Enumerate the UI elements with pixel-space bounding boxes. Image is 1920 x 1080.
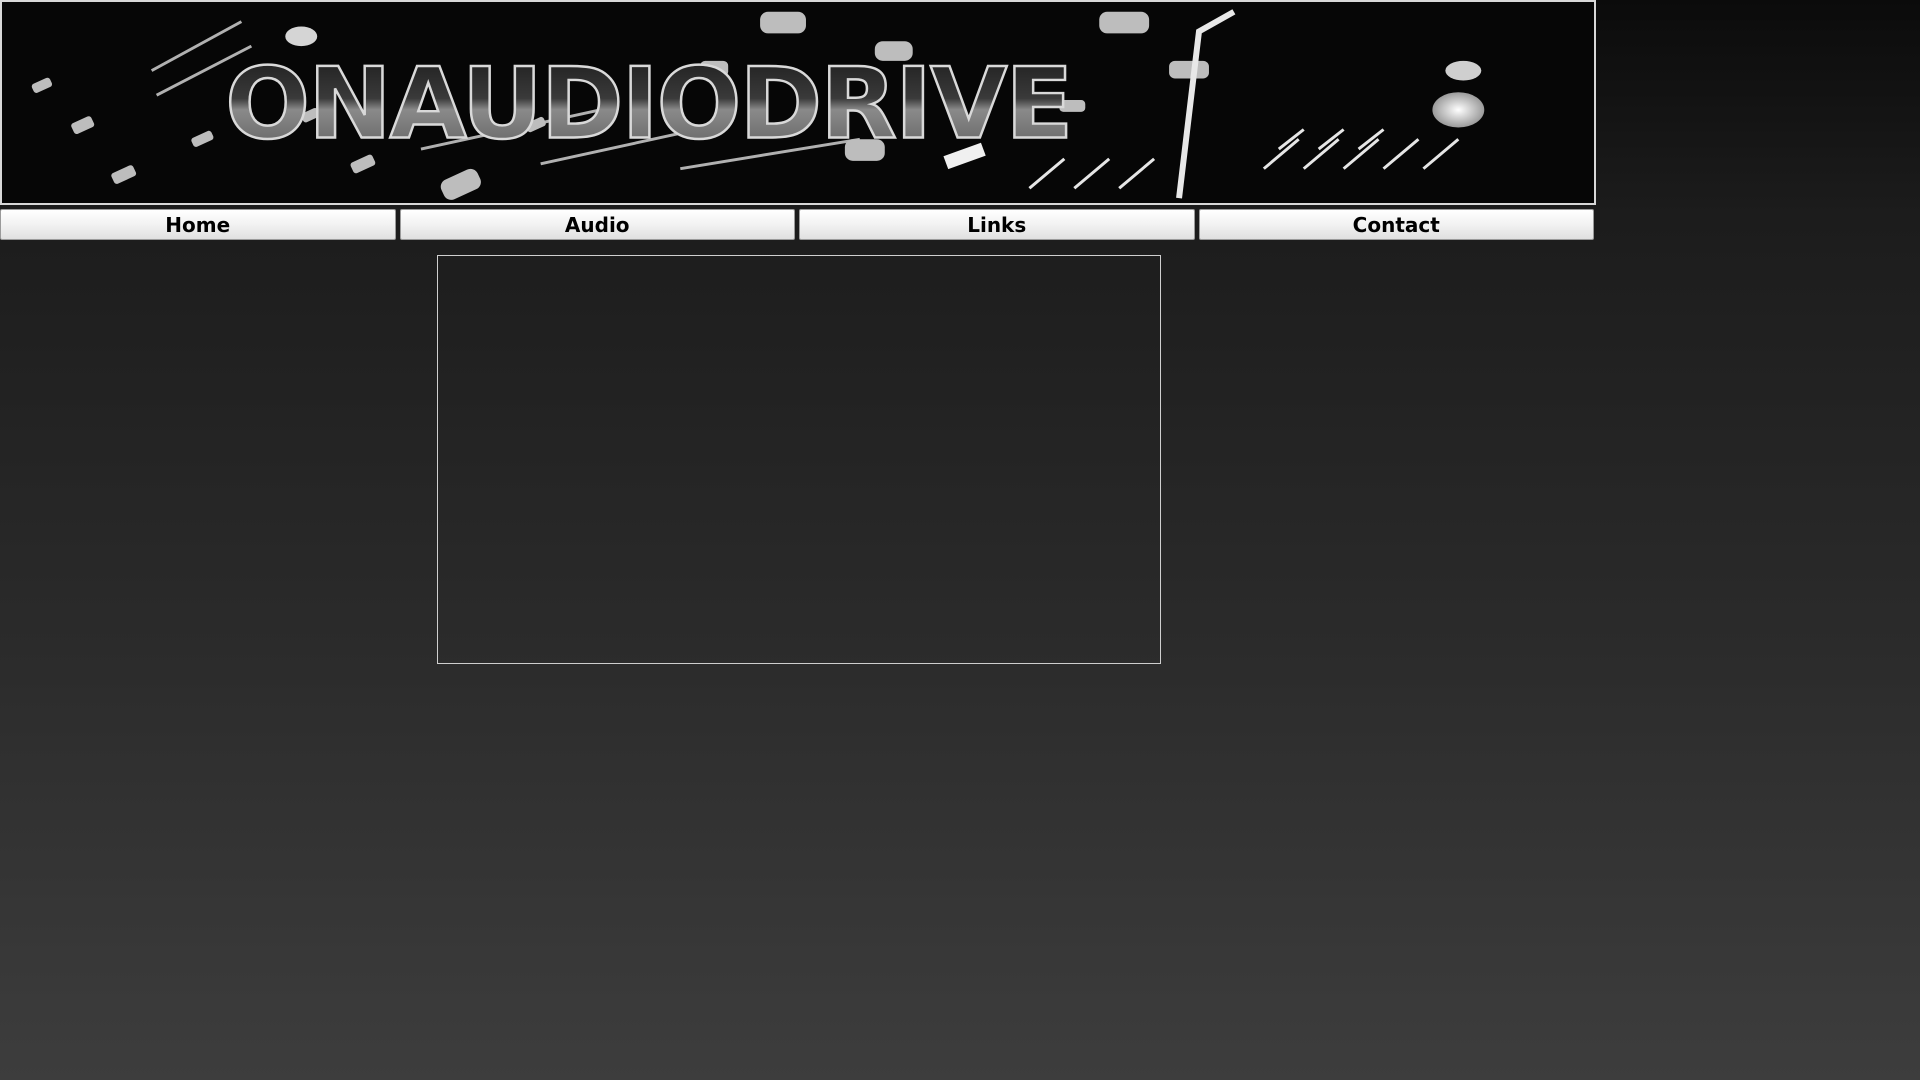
nav-links-button[interactable]: Links (799, 209, 1195, 240)
mixer-background-image: ONAUDIODRIVE (2, 2, 1594, 203)
nav-audio-button[interactable]: Audio (399, 209, 795, 240)
content-frame (437, 255, 1161, 664)
nav-home-button[interactable]: Home (0, 209, 396, 240)
header-banner: ONAUDIODRIVE (0, 0, 1596, 205)
nav-contact-button[interactable]: Contact (1198, 209, 1594, 240)
main-navigation: Home Audio Links Contact (0, 209, 1594, 240)
site-logo-text: ONAUDIODRIVE (225, 47, 1071, 161)
